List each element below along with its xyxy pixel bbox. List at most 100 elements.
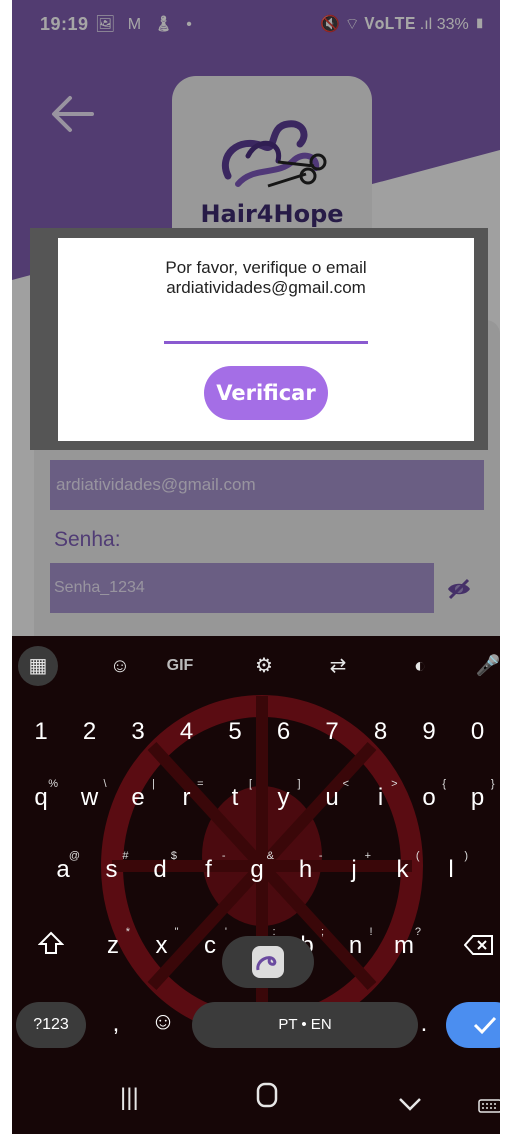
key-t[interactable]: t[	[218, 778, 252, 812]
key-secondary-label: -	[221, 850, 226, 862]
shift-key-icon[interactable]	[34, 930, 68, 963]
key-label: l	[448, 856, 454, 883]
palette-icon[interactable]: ◐	[400, 646, 440, 686]
key-n[interactable]: n!	[339, 926, 373, 960]
symbols-key[interactable]: ?123	[16, 1002, 86, 1048]
key-8[interactable]: 8	[364, 718, 398, 746]
key-secondary-label: |	[152, 778, 155, 790]
key-secondary-label: ;	[320, 926, 324, 938]
key-y[interactable]: y]	[267, 778, 301, 812]
key-label: r	[182, 784, 191, 811]
key-secondary-label: +	[364, 850, 371, 862]
key-label: j	[351, 856, 357, 883]
key-h[interactable]: h-	[289, 850, 323, 884]
translate-icon[interactable]: ⇄	[318, 646, 358, 686]
dialog-message-line2: ardiatividades@gmail.com	[166, 278, 366, 297]
dialog-message: Por favor, verifique o email ardiativida…	[58, 258, 474, 298]
key-0[interactable]: 0	[461, 718, 495, 746]
backspace-key-icon[interactable]	[462, 934, 496, 963]
key-secondary-label: @	[68, 850, 80, 862]
key-secondary-label: !	[369, 926, 373, 938]
key-u[interactable]: u <	[315, 778, 349, 812]
dialog-message-line1: Por favor, verifique o email	[165, 258, 367, 277]
key-3[interactable]: 3	[121, 718, 155, 746]
key-secondary-label: #	[122, 850, 129, 862]
home-icon[interactable]	[256, 1082, 278, 1115]
key-label: m	[394, 932, 414, 959]
key-secondary-label: -	[318, 850, 323, 862]
key-a[interactable]: a @	[46, 850, 80, 884]
key-e[interactable]: e |	[121, 778, 155, 812]
key-label: w	[80, 784, 99, 811]
screen-edge-right	[500, 0, 510, 1134]
verify-button[interactable]: Verificar	[204, 366, 328, 420]
key-label: i	[377, 784, 384, 811]
key-secondary-label: >	[391, 778, 398, 790]
key-w[interactable]: w \	[73, 778, 107, 812]
key-2[interactable]: 2	[73, 718, 107, 746]
verify-email-dialog: Por favor, verifique o email ardiativida…	[58, 238, 474, 441]
key-secondary-label: "	[174, 926, 179, 938]
key-label: d	[153, 856, 167, 883]
key-secondary-label: =	[197, 778, 204, 790]
screen-edge-left	[0, 0, 12, 1134]
key-5[interactable]: 5	[218, 718, 252, 746]
key-l[interactable]: l)	[434, 850, 468, 884]
hair4hope-bubble-icon	[252, 946, 284, 978]
key-1[interactable]: 1	[24, 718, 58, 746]
key-label: u	[325, 784, 339, 811]
key-secondary-label: \	[103, 778, 107, 790]
key-9[interactable]: 9	[412, 718, 446, 746]
space-bar[interactable]: PT • EN	[192, 1002, 418, 1048]
settings-icon[interactable]: ⚙	[244, 646, 284, 686]
key-4[interactable]: 4	[170, 718, 204, 746]
key-secondary-label: {	[442, 778, 446, 790]
key-z[interactable]: z *	[96, 926, 130, 960]
back-nav-icon[interactable]	[398, 1090, 422, 1118]
key-label: o	[422, 784, 436, 811]
key-label: a	[56, 856, 70, 883]
sticker-icon[interactable]: ☺	[100, 646, 140, 686]
key-x[interactable]: x "	[145, 926, 179, 960]
key-d[interactable]: d $	[143, 850, 177, 884]
key-7[interactable]: 7	[315, 718, 349, 746]
screen: 19:19 🖼 M ♟ • 🔇 ⌔ 𝐕𝐨𝐋𝐓𝐄 .ıl 33% ▮ Hair4H…	[0, 0, 510, 1134]
key-secondary-label: %	[48, 778, 58, 790]
key-i[interactable]: i >	[364, 778, 398, 812]
key-o[interactable]: o{	[412, 778, 446, 812]
key-k[interactable]: k(	[386, 850, 420, 884]
emoji-key-icon[interactable]: ☺	[146, 1008, 180, 1036]
key-label: h	[298, 856, 313, 883]
comma-key[interactable]: ,	[104, 1010, 128, 1038]
key-label: p	[470, 784, 485, 811]
key-label: x	[155, 932, 168, 959]
key-m[interactable]: m?	[387, 926, 421, 960]
key-g[interactable]: g &	[240, 850, 274, 884]
key-secondary-label: $	[170, 850, 177, 862]
key-label: e	[131, 784, 145, 811]
key-label: t	[231, 784, 239, 811]
key-label: c	[204, 932, 216, 959]
keyboard-switch-icon[interactable]	[478, 1092, 502, 1120]
key-label: q	[34, 784, 48, 811]
key-r[interactable]: r =	[170, 778, 204, 812]
key-label: k	[396, 856, 409, 883]
key-q[interactable]: q%	[24, 778, 58, 812]
apps-icon[interactable]: ▦	[18, 646, 58, 686]
code-input-underline[interactable]	[164, 341, 368, 344]
gif-button[interactable]: GIF	[160, 646, 200, 686]
floating-app-bubble[interactable]	[222, 936, 314, 988]
key-j[interactable]: j +	[337, 850, 371, 884]
key-label: z	[107, 932, 119, 959]
key-6[interactable]: 6	[267, 718, 301, 746]
key-label: n	[348, 932, 363, 959]
key-f[interactable]: f-	[192, 850, 225, 884]
key-secondary-label: *	[125, 926, 130, 938]
key-secondary-label: }	[490, 778, 495, 790]
period-key[interactable]: .	[414, 1010, 434, 1038]
recents-icon[interactable]: |||	[120, 1084, 139, 1112]
key-s[interactable]: s #	[95, 850, 129, 884]
key-secondary-label: ?	[414, 926, 421, 938]
key-p[interactable]: p}	[461, 778, 495, 812]
key-secondary-label: [	[248, 778, 252, 790]
